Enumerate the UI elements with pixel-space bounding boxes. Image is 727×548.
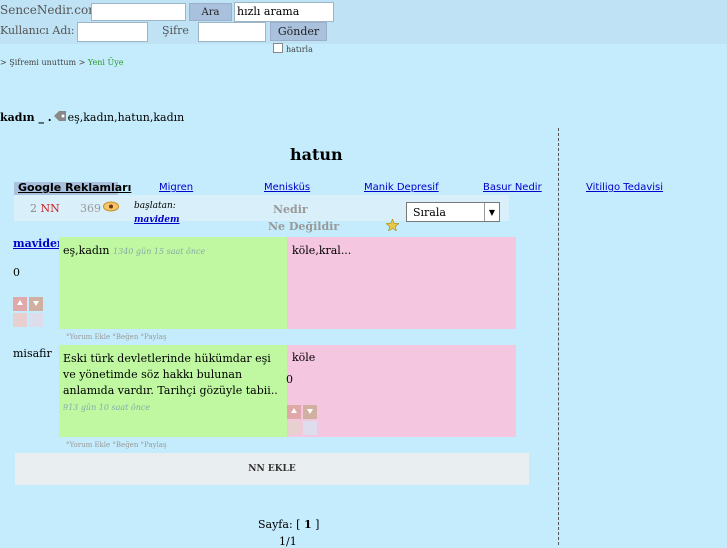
- vote-icons[interactable]: [13, 297, 43, 330]
- submit-button[interactable]: Gönder: [270, 22, 327, 41]
- ad-link-meniskus[interactable]: Menisküs: [264, 182, 310, 193]
- pagination-summary: 1/1: [279, 535, 297, 548]
- ad-link-manik-depresif[interactable]: Manik Depresif: [364, 182, 439, 193]
- quick-search-input[interactable]: hızlı arama: [234, 2, 334, 22]
- entry-ne-degildir-box: köle: [287, 345, 516, 437]
- tags-list[interactable]: eş,kadın,hatun,kadın: [68, 111, 185, 124]
- entry-count: 2 NN: [30, 202, 60, 215]
- ads-heading[interactable]: Google Reklamları: [18, 181, 131, 194]
- tags-prefix: kadın _ .: [0, 111, 52, 124]
- pagination-current-page[interactable]: 1: [304, 518, 312, 531]
- entry-score: 0: [13, 266, 20, 279]
- view-count: 369: [80, 202, 101, 215]
- tab-ne-degildir[interactable]: Ne Değildir: [268, 220, 339, 233]
- ad-link-migren[interactable]: Migren: [159, 182, 193, 193]
- entry-timestamp: 1340 gün 15 saat önce: [113, 247, 206, 256]
- search-input[interactable]: [91, 3, 186, 21]
- eye-icon: [103, 201, 119, 215]
- entry-actions[interactable]: °Yorum Ekle °Beğen °Paylaş: [66, 333, 167, 341]
- breadcrumb: > Şifremi unuttum > Yeni Üye: [0, 58, 124, 67]
- entry-nedir-text: Eski türk devletlerinde hükümdar eşi ve …: [63, 352, 278, 397]
- entry-ne-degildir-text: köle,kral...: [292, 244, 352, 257]
- new-member-link[interactable]: Yeni Üye: [88, 58, 124, 67]
- remember-checkbox[interactable]: [273, 43, 283, 53]
- entry-timestamp: 913 gün 10 saat önce: [63, 403, 151, 412]
- entry-score: 0: [286, 373, 293, 386]
- vote-icons[interactable]: [287, 405, 317, 438]
- add-entry-button[interactable]: NN EKLE: [15, 453, 529, 485]
- pagination-close: ]: [315, 518, 320, 531]
- pagination: Sayfa: [ 1 ]: [258, 518, 319, 531]
- content-divider: [558, 128, 559, 545]
- search-button[interactable]: Ara: [189, 3, 232, 21]
- entry-author: misafir: [13, 347, 52, 360]
- tab-nedir[interactable]: Nedir: [273, 203, 308, 216]
- password-input[interactable]: [198, 22, 266, 42]
- username-input[interactable]: [77, 22, 148, 42]
- site-name[interactable]: SenceNedir.com: [0, 3, 100, 17]
- entry-nedir-box: eş,kadın 1340 gün 15 saat önce: [59, 237, 287, 329]
- entry-actions[interactable]: °Yorum Ekle °Beğen °Paylaş: [66, 441, 167, 449]
- pagination-label: Sayfa: [: [258, 518, 301, 531]
- tags-line: kadın _ . eş,kadın,hatun,kadın: [0, 110, 184, 125]
- forgot-password-link[interactable]: > Şifremi unuttum: [0, 58, 76, 67]
- started-by-user-link[interactable]: mavidem: [134, 215, 180, 225]
- tag-icon: [52, 110, 68, 125]
- entry-ne-degildir-text: köle: [292, 351, 316, 364]
- password-label: Şifre: [162, 24, 189, 37]
- sort-select-value: Sırala: [413, 205, 446, 219]
- entry-nedir-text: eş,kadın: [63, 244, 110, 257]
- username-label: Kullanıcı Adı:: [0, 24, 75, 37]
- ad-link-vitiligo-tedavisi[interactable]: Vitiligo Tedavisi: [586, 182, 663, 193]
- remember-label: hatırla: [286, 45, 313, 54]
- breadcrumb-separator: >: [78, 58, 86, 67]
- page-title: hatun: [290, 145, 343, 164]
- entry-ne-degildir-box: köle,kral...: [287, 237, 516, 329]
- ad-link-basur-nedir[interactable]: Basur Nedir: [483, 182, 542, 193]
- sort-select[interactable]: Sırala ▼: [406, 202, 500, 222]
- chevron-down-icon[interactable]: ▼: [484, 203, 499, 221]
- star-icon: [385, 218, 400, 234]
- entry-nedir-box: Eski türk devletlerinde hükümdar eşi ve …: [59, 345, 287, 437]
- started-by-label: başlatan:: [134, 201, 176, 211]
